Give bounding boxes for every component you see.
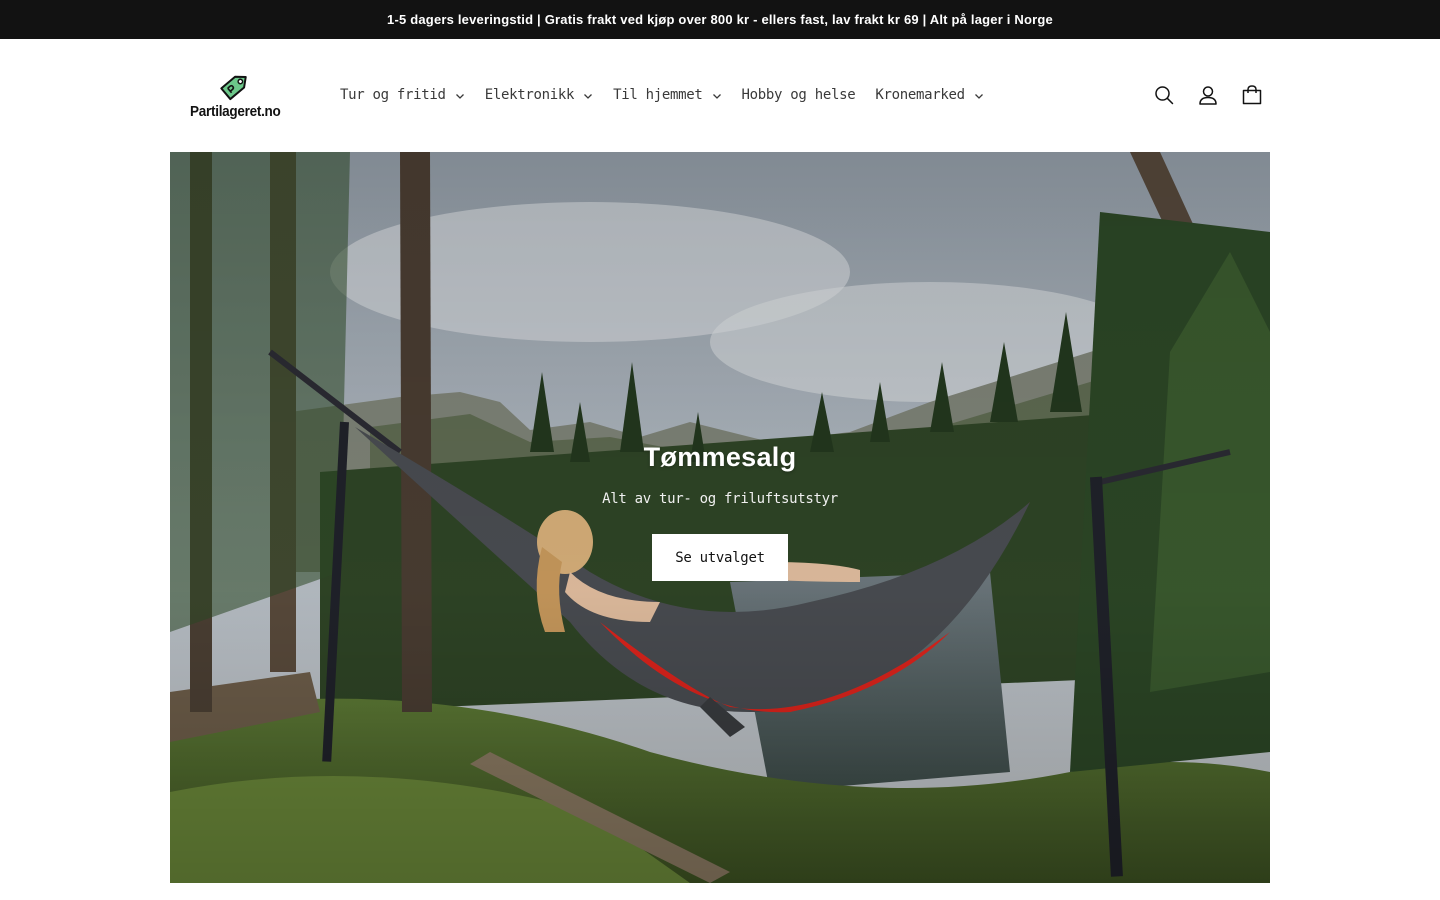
- nav-item-til-hjemmet[interactable]: Til hjemmet: [603, 75, 731, 115]
- hero-title: Tømmesalg: [643, 442, 797, 472]
- price-tag-logo-icon: [220, 75, 247, 101]
- site-header: Partilageret.no Tur og fritid Elektronik…: [0, 39, 1440, 152]
- chevron-down-icon: [455, 94, 464, 99]
- nav-item-tur-og-fritid[interactable]: Tur og fritid: [330, 75, 475, 115]
- logo-text: Partilageret.no: [189, 103, 281, 120]
- chevron-down-icon: [712, 94, 721, 99]
- announcement-text: 1-5 dagers leveringstid | Gratis frakt v…: [387, 12, 1053, 27]
- nav-item-label: Til hjemmet: [613, 87, 703, 103]
- cart-icon: [1242, 85, 1262, 105]
- nav-item-label: Elektronikk: [484, 87, 575, 103]
- nav-item-label: Hobby og helse: [741, 87, 856, 103]
- search-icon: [1155, 86, 1174, 105]
- chevron-down-icon: [974, 94, 983, 99]
- nav-item-elektronikk[interactable]: Elektronikk: [475, 75, 603, 115]
- cart-button[interactable]: [1230, 73, 1274, 117]
- hero-banner: Tømmesalg Alt av tur- og friluftsutstyr …: [170, 152, 1270, 883]
- account-button[interactable]: [1186, 73, 1230, 117]
- header-icons: [1142, 75, 1274, 115]
- site-logo[interactable]: Partilageret.no: [186, 67, 284, 125]
- hero-subtitle: Alt av tur- og friluftsutstyr: [602, 491, 838, 507]
- hero-content: Tømmesalg Alt av tur- og friluftsutstyr …: [170, 442, 1270, 581]
- account-icon: [1199, 86, 1217, 105]
- announcement-bar: 1-5 dagers leveringstid | Gratis frakt v…: [0, 0, 1440, 39]
- nav-item-hobby-og-helse[interactable]: Hobby og helse: [732, 75, 866, 115]
- se-utvalget-button[interactable]: Se utvalget: [652, 534, 788, 581]
- chevron-down-icon: [584, 94, 593, 99]
- nav-item-kronemarked[interactable]: Kronemarked: [865, 75, 993, 115]
- nav-item-label: Kronemarked: [875, 87, 965, 103]
- nav-item-label: Tur og fritid: [340, 87, 446, 103]
- search-button[interactable]: [1142, 73, 1186, 117]
- main-navigation: Tur og fritid Elektronikk Til hjemmet Ho…: [330, 75, 994, 115]
